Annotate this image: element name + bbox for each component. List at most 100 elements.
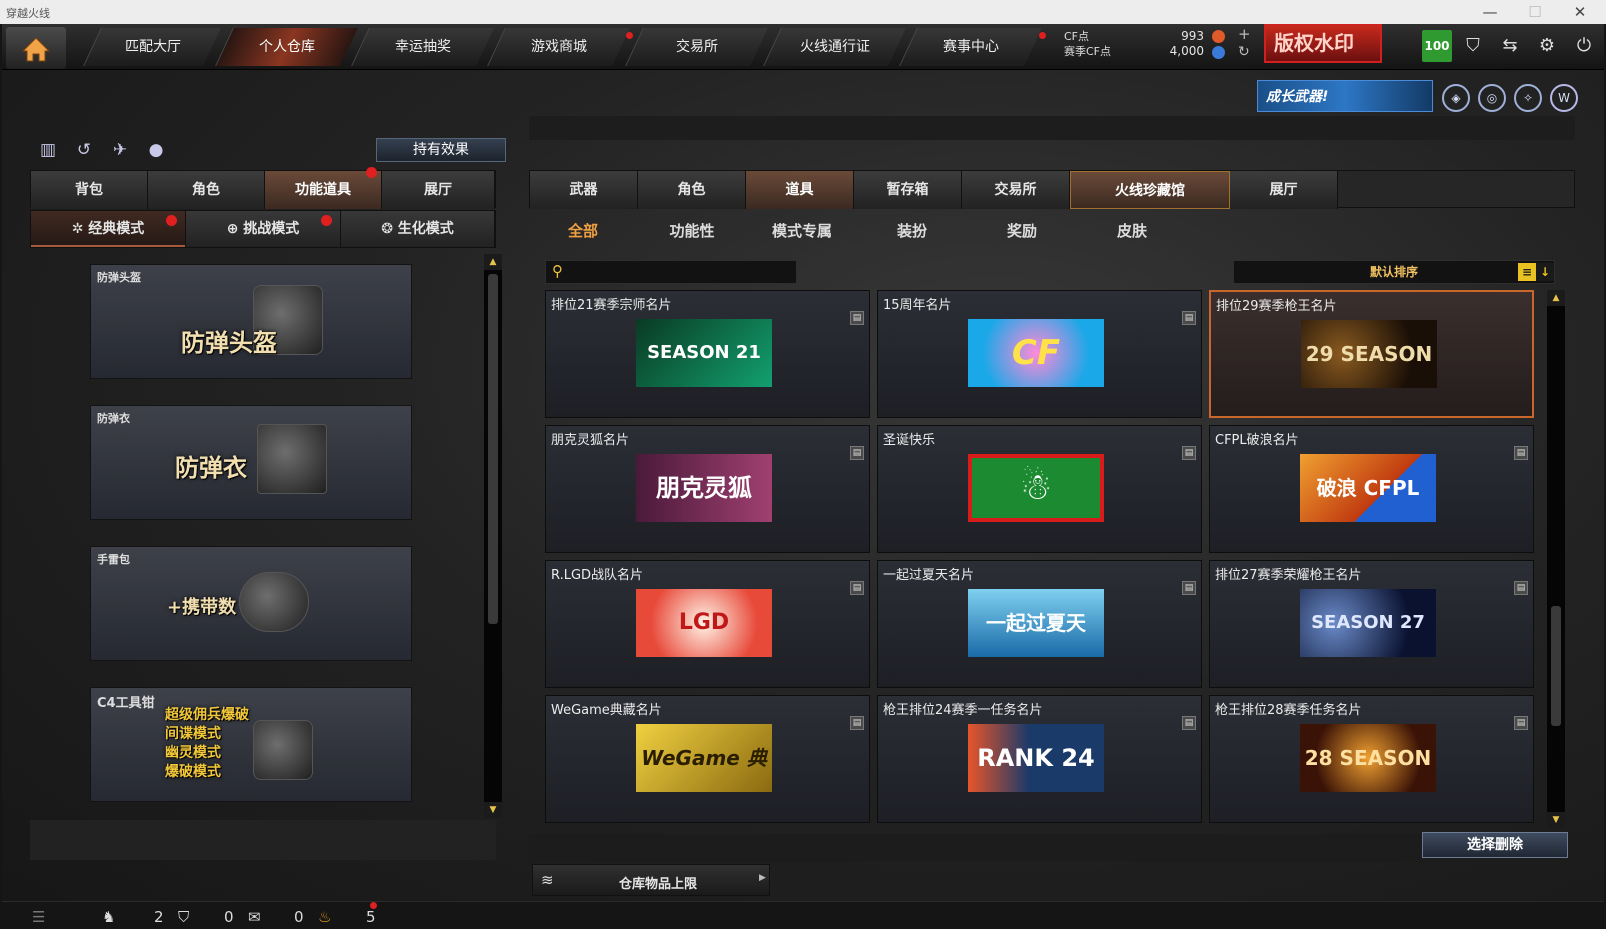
card-art: SEASON 27 <box>1300 589 1436 657</box>
collection-card[interactable]: 排位21赛季宗师名片 ▤ SEASON 21 <box>545 290 870 418</box>
tab-weapons[interactable]: 武器 <box>530 171 638 209</box>
trash-icon[interactable]: ▤ <box>1514 446 1528 460</box>
tab-character[interactable]: 角色 <box>148 171 265 209</box>
collection-card[interactable]: 排位29赛季枪王名片 29 SEASON <box>1209 290 1534 418</box>
nav-tab-battle-pass[interactable]: 火线通行证 <box>763 28 906 66</box>
trash-icon[interactable]: ▤ <box>850 311 864 325</box>
left-scroll-thumb[interactable] <box>488 274 498 624</box>
subtab-all[interactable]: 全部 <box>529 220 637 241</box>
zombie-mode-icon: ❂ <box>381 221 398 237</box>
collection-card[interactable]: 排位27赛季荣耀枪王名片 ▤ SEASON 27 <box>1209 560 1534 688</box>
maximize-button[interactable]: ☐ <box>1515 2 1555 22</box>
list-view-icon[interactable]: ≡ <box>1518 263 1536 281</box>
emblem-icon[interactable]: ✧ <box>1514 84 1542 112</box>
subtab-functional[interactable]: 功能性 <box>638 220 746 241</box>
right-scroll-thumb[interactable] <box>1551 606 1561 726</box>
sort-order-icon[interactable]: ↓ <box>1536 263 1554 281</box>
nav-tab-personal-warehouse[interactable]: 个人仓库 <box>215 28 358 66</box>
trash-icon[interactable]: ▤ <box>1182 446 1196 460</box>
mode-zombie[interactable]: ❂ 生化模式 <box>341 211 495 247</box>
add-currency-button[interactable]: + <box>1238 25 1251 43</box>
refresh-currency-button[interactable]: ↻ <box>1238 44 1250 60</box>
globe-icon[interactable]: ◎ <box>1478 84 1506 112</box>
item-card-grenade-pack[interactable]: 手雷包 +携带数 <box>90 546 412 661</box>
tab-backpack[interactable]: 背包 <box>31 171 148 209</box>
grenade-icon[interactable]: ● <box>144 138 168 162</box>
promo-banner[interactable]: 版权水印 <box>1264 24 1382 63</box>
power-icon[interactable]: ⏻ <box>1568 30 1600 62</box>
collection-card[interactable]: WeGame典藏名片 ▤ WeGame 典藏 <box>545 695 870 823</box>
select-delete-button[interactable]: 选择删除 <box>1422 832 1568 858</box>
held-effects-button[interactable]: 持有效果 <box>376 138 506 162</box>
tab-storage-box[interactable]: 暂存箱 <box>854 171 962 209</box>
friends-icon[interactable]: ♞ <box>102 908 115 926</box>
collection-card[interactable]: 枪王排位28赛季任务名片 ▤ 28 SEASON <box>1209 695 1534 823</box>
item-card-vest[interactable]: 防弹衣 防弹衣 <box>90 405 412 520</box>
collection-card[interactable]: 朋克灵狐名片 ▤ 朋克灵狐 <box>545 425 870 553</box>
trash-icon[interactable]: ▤ <box>1182 311 1196 325</box>
chat-icon[interactable]: ✉ <box>248 908 261 926</box>
mode-classic[interactable]: ✲ 经典模式 <box>31 211 186 247</box>
guild-icon[interactable]: ⛉ <box>178 908 189 926</box>
tab-gallery[interactable]: 展厅 <box>1230 171 1338 209</box>
collection-card[interactable]: 15周年名片 ▤ CF <box>877 290 1202 418</box>
rank-badge-icon[interactable]: ◈ <box>1442 84 1470 112</box>
subtab-skins[interactable]: 皮肤 <box>1078 220 1186 241</box>
item-card-helmet[interactable]: 防弹头盔 防弹头盔 <box>90 264 412 379</box>
minimize-button[interactable]: — <box>1470 2 1510 22</box>
trash-icon[interactable]: ▤ <box>850 716 864 730</box>
item-card-c4-pliers[interactable]: C4工具钳 超级佣兵爆破 间谍模式 幽灵模式 爆破模式 <box>90 687 412 802</box>
right-header-strip <box>529 116 1575 140</box>
currency-values: 993 4,000 <box>1152 29 1204 59</box>
search-input[interactable] <box>572 263 792 281</box>
nav-tab-events[interactable]: 赛事中心 <box>899 28 1042 66</box>
gear-icon[interactable]: ⚙ <box>1531 30 1563 62</box>
scroll-down-arrow[interactable]: ▼ <box>484 802 502 818</box>
subtab-rewards[interactable]: 奖励 <box>968 220 1076 241</box>
collection-card[interactable]: R.LGD战队名片 ▤ LGD <box>545 560 870 688</box>
trash-icon[interactable]: ▤ <box>1514 716 1528 730</box>
collection-card[interactable]: 一起过夏天名片 ▤ 一起过夏天 <box>877 560 1202 688</box>
home-button[interactable] <box>6 27 66 69</box>
trash-icon[interactable]: ▤ <box>850 581 864 595</box>
growth-weapon-banner[interactable]: 成长武器! <box>1257 80 1433 112</box>
tab-collection-hall[interactable]: 火线珍藏馆 <box>1070 171 1230 209</box>
nav-tab-exchange[interactable]: 交易所 <box>625 28 768 66</box>
warehouse-capacity-bar[interactable]: ≋ 仓库物品上限 ▶ <box>532 864 770 896</box>
shield-icon[interactable]: ⛉ <box>1457 30 1489 62</box>
switch-icon[interactable]: ⇆ <box>1494 30 1526 62</box>
tab-showroom[interactable]: 展厅 <box>382 171 495 209</box>
subtab-mode-exclusive[interactable]: 模式专属 <box>748 220 856 241</box>
close-button[interactable]: ✕ <box>1560 2 1600 22</box>
nav-tab-lucky-draw[interactable]: 幸运抽奖 <box>351 28 494 66</box>
menu-icon[interactable]: ☰ <box>32 908 45 926</box>
tab-characters[interactable]: 角色 <box>638 171 746 209</box>
tab-items[interactable]: 道具 <box>746 171 854 209</box>
collection-card[interactable]: CFPL破浪名片 ▤ 破浪 CFPL <box>1209 425 1534 553</box>
trash-icon[interactable]: ▤ <box>1514 581 1528 595</box>
scroll-up-arrow[interactable]: ▲ <box>1547 290 1565 306</box>
mode-challenge[interactable]: ⊕ 挑战模式 <box>186 211 341 247</box>
nav-tab-game-shop[interactable]: 游戏商城 <box>487 28 630 66</box>
trash-icon[interactable]: ▤ <box>850 446 864 460</box>
subtab-cosmetic[interactable]: 装扮 <box>858 220 966 241</box>
history-icon[interactable]: ↺ <box>72 138 96 162</box>
sort-dropdown[interactable]: 默认排序 ≡ ↓ <box>1233 260 1555 284</box>
vip-icon[interactable]: W <box>1550 84 1578 112</box>
nav-tab-lobby[interactable]: 匹配大厅 <box>83 28 221 66</box>
rocket-icon[interactable]: ✈ <box>108 138 132 162</box>
tab-function-items[interactable]: 功能道具 <box>265 171 382 209</box>
scroll-up-arrow[interactable]: ▲ <box>484 254 502 270</box>
search-box[interactable]: ⚲ <box>545 260 797 284</box>
tab-trading[interactable]: 交易所 <box>962 171 1070 209</box>
card-art: 一起过夏天 <box>968 589 1104 657</box>
collection-card[interactable]: 圣诞快乐 ▤ ☃ <box>877 425 1202 553</box>
trash-icon[interactable]: ▤ <box>1182 716 1196 730</box>
scroll-down-arrow[interactable]: ▼ <box>1547 812 1565 828</box>
right-scrollbar[interactable]: ▲ ▼ <box>1547 290 1565 828</box>
collection-card[interactable]: 枪王排位24赛季一任务名片 ▤ RANK 24 <box>877 695 1202 823</box>
left-scrollbar[interactable]: ▲ ▼ <box>484 254 502 818</box>
trash-icon[interactable]: ▤ <box>1182 581 1196 595</box>
gift-icon[interactable]: ♨ <box>318 908 331 926</box>
stats-icon[interactable]: ▥ <box>36 138 60 162</box>
